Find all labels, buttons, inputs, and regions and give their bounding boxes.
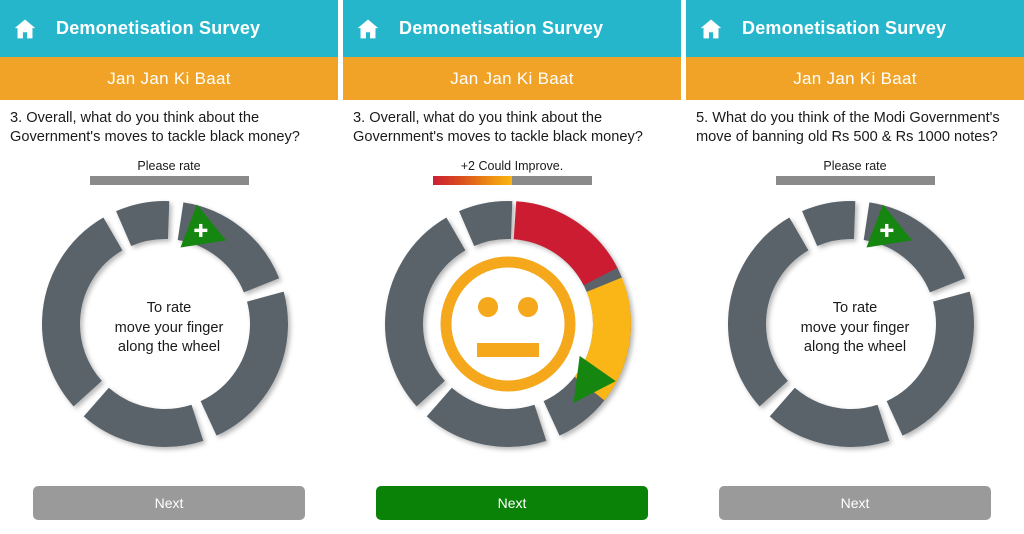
rating-wheel-svg[interactable] bbox=[34, 193, 304, 463]
neutral-face-icon bbox=[440, 256, 576, 392]
survey-screens-row: Demonetisation Survey Jan Jan Ki Baat 3.… bbox=[0, 0, 1024, 534]
rate-progress-fill bbox=[432, 176, 512, 186]
panel-content-3: 5. What do you think of the Modi Governm… bbox=[686, 100, 1024, 534]
sub-title: Jan Jan Ki Baat bbox=[450, 68, 574, 88]
app-title: Demonetisation Survey bbox=[742, 18, 947, 38]
survey-panel-3: Demonetisation Survey Jan Jan Ki Baat 5.… bbox=[686, 0, 1024, 534]
rate-progress-bar bbox=[432, 176, 592, 186]
app-title: Demonetisation Survey bbox=[56, 18, 261, 38]
next-button-row-3: Next bbox=[686, 486, 1024, 520]
rating-wheel-1[interactable]: To rate move your finger along the wheel bbox=[34, 193, 304, 463]
app-bar-1: Demonetisation Survey bbox=[0, 0, 338, 57]
panel-content-2: 3. Overall, what do you think about the … bbox=[343, 100, 681, 534]
app-title: Demonetisation Survey bbox=[399, 18, 604, 38]
rate-label: Please rate bbox=[823, 159, 887, 174]
rate-block-3: Please rate bbox=[692, 159, 1018, 186]
rate-progress-bar bbox=[89, 176, 249, 186]
panel-content-1: 3. Overall, what do you think about the … bbox=[0, 100, 338, 534]
rating-wheel-2[interactable] bbox=[377, 193, 647, 463]
rate-score-label: +2 Could Improve. bbox=[460, 159, 564, 174]
next-button[interactable]: Next bbox=[719, 486, 991, 520]
question-text: 3. Overall, what do you think about the … bbox=[10, 110, 300, 145]
sub-title: Jan Jan Ki Baat bbox=[793, 68, 917, 88]
sub-bar-2: Jan Jan Ki Baat bbox=[343, 57, 681, 100]
next-button[interactable]: Next bbox=[33, 486, 305, 520]
rating-wheel-svg[interactable] bbox=[720, 193, 990, 463]
next-button[interactable]: Next bbox=[376, 486, 648, 520]
app-bar-3: Demonetisation Survey bbox=[686, 0, 1024, 57]
sub-bar-1: Jan Jan Ki Baat bbox=[0, 57, 338, 100]
question-text: 3. Overall, what do you think about the … bbox=[353, 110, 643, 145]
next-button-row-2: Next bbox=[343, 486, 681, 520]
rate-progress-bar bbox=[775, 176, 935, 186]
wheel-segments-group bbox=[41, 201, 288, 448]
survey-panel-1: Demonetisation Survey Jan Jan Ki Baat 3.… bbox=[0, 0, 338, 534]
rate-block-2: +2 Could Improve. bbox=[349, 159, 675, 186]
wheel-segments-group bbox=[728, 201, 974, 448]
next-button-row-1: Next bbox=[0, 486, 338, 520]
rate-label: Please rate bbox=[137, 159, 201, 174]
survey-panel-2: Demonetisation Survey Jan Jan Ki Baat 3.… bbox=[343, 0, 681, 534]
rate-block-1: Please rate bbox=[6, 159, 332, 186]
rating-wheel-svg[interactable] bbox=[377, 193, 647, 463]
home-icon[interactable] bbox=[698, 16, 724, 42]
home-icon[interactable] bbox=[355, 16, 381, 42]
rating-wheel-3[interactable]: To rate move your finger along the wheel bbox=[720, 193, 990, 463]
sub-title: Jan Jan Ki Baat bbox=[107, 68, 231, 88]
app-bar-2: Demonetisation Survey bbox=[343, 0, 681, 57]
question-text: 5. What do you think of the Modi Governm… bbox=[696, 110, 1000, 145]
home-icon[interactable] bbox=[12, 16, 38, 42]
sub-bar-3: Jan Jan Ki Baat bbox=[686, 57, 1024, 100]
wheel-segments-group bbox=[385, 201, 631, 448]
